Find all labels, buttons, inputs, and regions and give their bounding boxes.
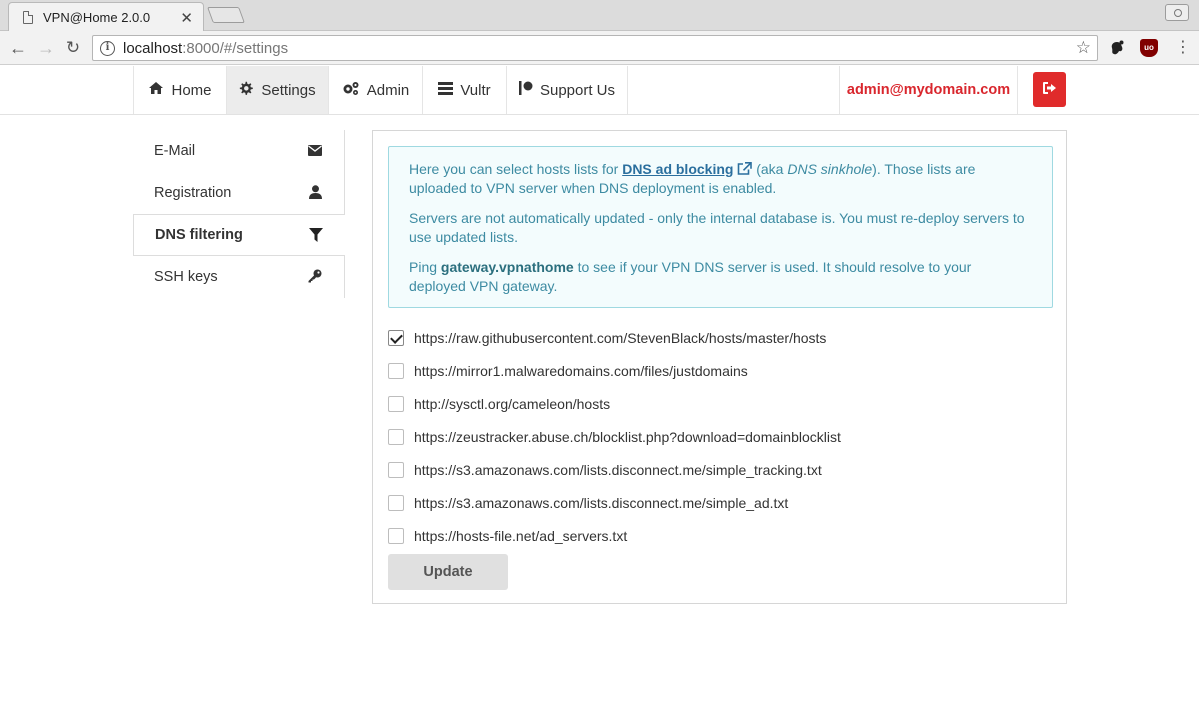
key-icon — [307, 268, 323, 284]
document-icon — [23, 11, 33, 24]
hosts-list-url: https://s3.amazonaws.com/lists.disconnec… — [414, 494, 789, 511]
hosts-list-url: https://raw.githubusercontent.com/Steven… — [414, 329, 827, 346]
close-icon[interactable]: ✕ — [180, 9, 193, 27]
sidebar-item-registration[interactable]: Registration — [133, 172, 345, 214]
user-icon — [307, 184, 323, 200]
info-paragraph-3: Ping gateway.vpnathome to see if your VP… — [409, 259, 972, 294]
nav-support-us-label: Support Us — [539, 81, 616, 99]
nav-admin[interactable]: Admin — [328, 66, 422, 114]
menu-dots-icon[interactable]: ⋮ — [1174, 39, 1192, 57]
list-item[interactable]: https://raw.githubusercontent.com/Steven… — [388, 321, 841, 354]
nav-home-label: Home — [171, 81, 212, 99]
sidebar-item-label: E-Mail — [154, 143, 196, 159]
ublock-icon[interactable]: uo — [1140, 39, 1158, 57]
hosts-list-checklist: https://raw.githubusercontent.com/Steven… — [388, 321, 841, 552]
hosts-list-checkbox[interactable] — [388, 395, 404, 412]
browser-tab[interactable]: VPN@Home 2.0.0 ✕ — [8, 2, 204, 32]
sidebar-item-ssh-keys[interactable]: SSH keys — [133, 256, 345, 298]
url-path: :8000/#/settings — [182, 39, 289, 57]
browser-toolbar: ← → ↻ i localhost:8000/#/settings ☆ uo ⋮ — [0, 31, 1199, 65]
back-icon[interactable]: ← — [7, 37, 29, 59]
list-item[interactable]: https://zeustracker.abuse.ch/blocklist.p… — [388, 420, 841, 453]
nav-vultr[interactable]: Vultr — [422, 66, 506, 114]
sign-out-icon — [1042, 81, 1057, 98]
info-alert: Here you can select hosts lists for DNS … — [388, 146, 1053, 308]
gears-icon — [342, 81, 360, 100]
sidebar-item-email[interactable]: E-Mail — [133, 130, 345, 172]
settings-sidebar: E-Mail Registration DNS filtering SSH ke… — [133, 130, 345, 298]
envelope-icon — [307, 142, 323, 158]
external-link-icon[interactable] — [737, 161, 753, 177]
sidebar-item-label: SSH keys — [154, 269, 218, 285]
dns-filtering-panel: Here you can select hosts lists for DNS … — [372, 130, 1067, 604]
sidebar-item-label: Registration — [154, 185, 232, 201]
hosts-list-checkbox[interactable] — [388, 362, 404, 379]
nav-settings[interactable]: Settings — [226, 66, 328, 114]
window-profile-button[interactable] — [1165, 4, 1189, 21]
home-icon — [148, 81, 164, 99]
browser-tabstrip: VPN@Home 2.0.0 ✕ — [0, 0, 1199, 32]
filter-icon — [308, 227, 324, 243]
info-paragraph-2: Servers are not automatically updated - … — [409, 210, 1025, 245]
info-icon[interactable]: i — [100, 40, 115, 56]
logout-button[interactable] — [1033, 72, 1066, 107]
patreon-icon — [518, 81, 533, 99]
list-item[interactable]: https://s3.amazonaws.com/lists.disconnec… — [388, 453, 841, 486]
sidebar-item-dns-filtering[interactable]: DNS filtering — [133, 214, 345, 256]
nav-support-us[interactable]: Support Us — [506, 66, 628, 114]
tab-title: VPN@Home 2.0.0 — [43, 10, 151, 25]
hosts-list-url: https://zeustracker.abuse.ch/blocklist.p… — [414, 428, 841, 445]
hosts-list-url: https://s3.amazonaws.com/lists.disconnec… — [414, 461, 822, 478]
nav-home[interactable]: Home — [133, 66, 226, 114]
list-item[interactable]: https://mirror1.malwaredomains.com/files… — [388, 354, 841, 387]
reload-icon[interactable]: ↻ — [62, 37, 84, 59]
hosts-list-checkbox[interactable] — [388, 461, 404, 478]
info-paragraph-1: Here you can select hosts lists for DNS … — [409, 161, 976, 196]
nav-admin-label: Admin — [366, 81, 410, 99]
app-navbar: Home Settings Admin Vultr Support Us adm… — [0, 66, 1199, 115]
nav-settings-label: Settings — [261, 81, 316, 99]
hosts-list-url: https://mirror1.malwaredomains.com/files… — [414, 362, 748, 379]
gear-icon — [239, 81, 254, 100]
hosts-list-checkbox[interactable] — [388, 329, 404, 346]
hosts-list-url: http://sysctl.org/cameleon/hosts — [414, 395, 611, 412]
dns-ad-blocking-link[interactable]: DNS ad blocking — [622, 161, 733, 177]
list-item[interactable]: http://sysctl.org/cameleon/hosts — [388, 387, 841, 420]
user-email[interactable]: admin@mydomain.com — [839, 66, 1018, 114]
hosts-list-checkbox[interactable] — [388, 494, 404, 511]
bookmark-star-icon[interactable]: ☆ — [1076, 38, 1091, 58]
gnome-extension-icon[interactable] — [1108, 39, 1126, 57]
hosts-list-url: https://hosts-file.net/ad_servers.txt — [414, 527, 628, 544]
list-item[interactable]: https://hosts-file.net/ad_servers.txt — [388, 519, 841, 552]
update-button[interactable]: Update — [388, 554, 508, 590]
hosts-list-checkbox[interactable] — [388, 527, 404, 544]
new-tab-button[interactable] — [207, 7, 245, 23]
address-bar[interactable]: i localhost:8000/#/settings ☆ — [92, 35, 1098, 61]
hosts-list-checkbox[interactable] — [388, 428, 404, 445]
nav-vultr-label: Vultr — [460, 81, 491, 99]
url-host: localhost — [123, 39, 183, 57]
forward-icon[interactable]: → — [35, 37, 57, 59]
sidebar-item-label: DNS filtering — [155, 227, 243, 243]
list-item[interactable]: https://s3.amazonaws.com/lists.disconnec… — [388, 486, 841, 519]
gateway-hostname: gateway.vpnathome — [440, 259, 574, 275]
server-icon — [438, 81, 454, 99]
